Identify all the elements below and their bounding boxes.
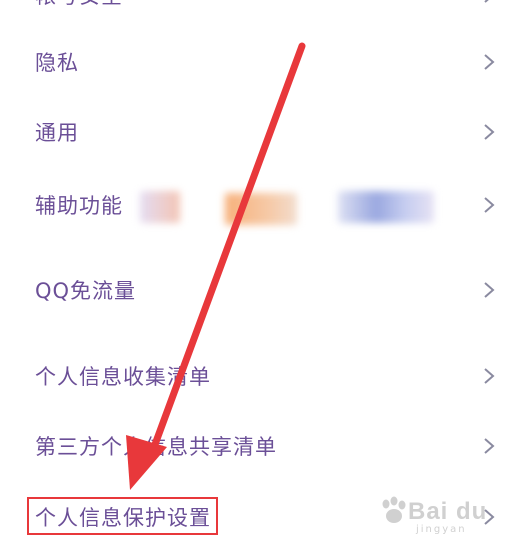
- chevron-right-icon: [483, 437, 495, 455]
- chevron-right-icon: [483, 0, 495, 4]
- watermark-subtext: jingyan: [416, 524, 467, 535]
- blurred-region: [225, 193, 297, 225]
- settings-item-label: 帐号安全: [35, 0, 123, 10]
- blurred-region: [338, 191, 434, 223]
- chevron-right-icon: [483, 196, 495, 214]
- highlight-box: [27, 497, 218, 535]
- chevron-right-icon: [483, 281, 495, 299]
- watermark: Bai du jingyan: [378, 490, 518, 540]
- baidu-paw-icon: [382, 496, 406, 523]
- settings-item-general[interactable]: 通用: [0, 102, 521, 162]
- settings-list: 帐号安全 隐私 通用 辅助功能 QQ免流量 个人信息收集清单: [0, 0, 521, 547]
- watermark-text: Bai du: [408, 498, 488, 525]
- settings-item-label: QQ免流量: [35, 279, 137, 303]
- chevron-right-icon: [483, 123, 495, 141]
- settings-item-label: 第三方个人信息共享清单: [35, 435, 277, 459]
- chevron-right-icon: [483, 367, 495, 385]
- settings-item-third-party-sharing-list[interactable]: 第三方个人信息共享清单: [0, 416, 521, 476]
- settings-item-label: 隐私: [35, 51, 79, 75]
- blurred-region: [140, 191, 180, 223]
- settings-item-label: 通用: [35, 121, 79, 145]
- settings-item-qq-free-data[interactable]: QQ免流量: [0, 260, 521, 320]
- settings-item-account-security[interactable]: 帐号安全: [0, 0, 521, 25]
- settings-item-privacy[interactable]: 隐私: [0, 32, 521, 92]
- chevron-right-icon: [483, 53, 495, 71]
- settings-item-label: 辅助功能: [35, 194, 123, 218]
- settings-item-personal-info-collection-list[interactable]: 个人信息收集清单: [0, 346, 521, 406]
- settings-item-accessibility[interactable]: 辅助功能: [0, 175, 521, 235]
- settings-item-label: 个人信息收集清单: [35, 365, 211, 389]
